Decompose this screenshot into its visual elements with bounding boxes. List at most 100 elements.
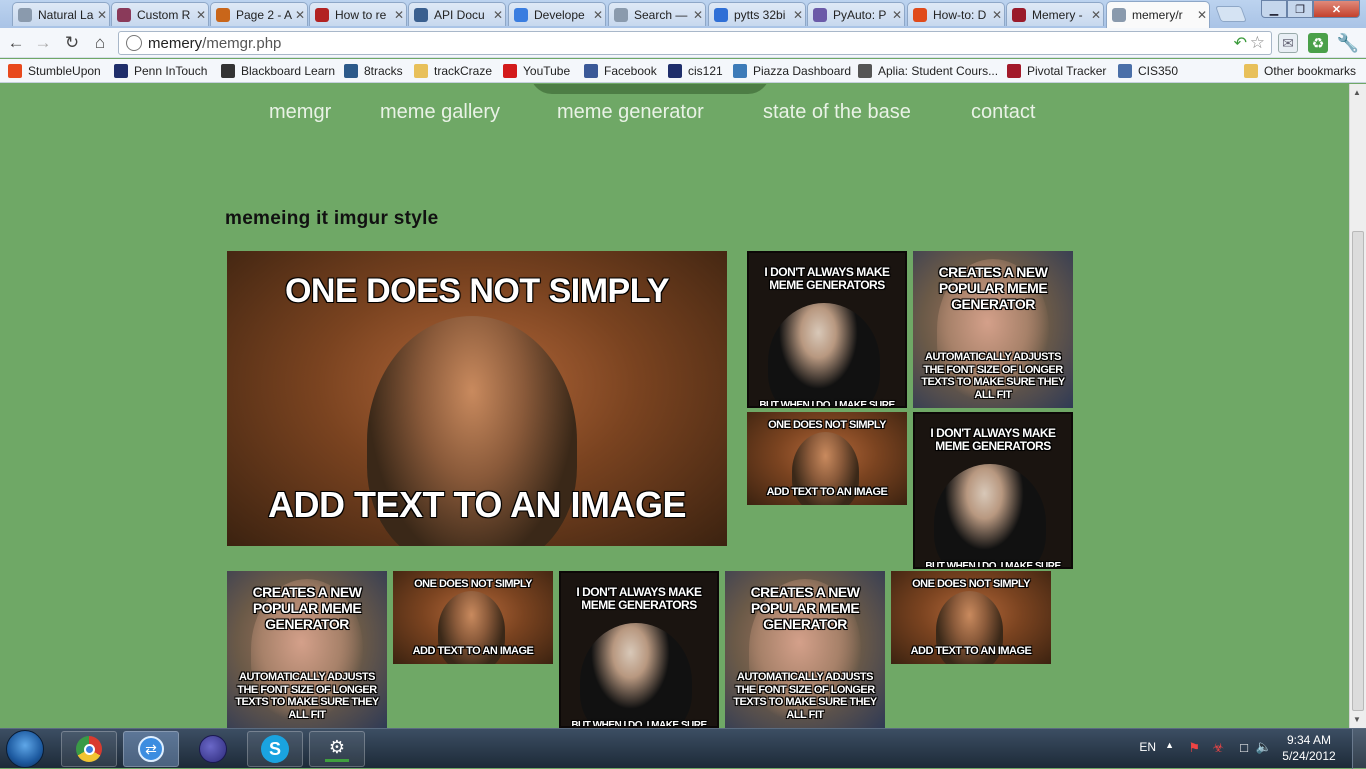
bookmark-item[interactable]: Piazza Dashboard [733,62,851,80]
tab-2[interactable]: Custom R ✕ [111,2,209,26]
show-hidden-icons-icon[interactable]: ▲ [1165,740,1174,750]
network-icon[interactable]: □ [1240,740,1248,755]
close-tab-icon[interactable]: ✕ [392,8,406,22]
wrench-menu-icon[interactable]: 🔧 [1337,33,1359,53]
close-window-button[interactable]: ✕ [1313,0,1360,18]
tab-10[interactable]: How-to: D ✕ [907,2,1005,26]
good-guy-greg-meme-thumbnail[interactable]: CREATES A NEW POPULAR MEME GENERATOR AUTO… [725,571,885,728]
meme-bottom-caption: AUTOMATICALLY ADJUSTS THE FONT SIZE OF L… [921,351,1065,402]
bookmark-item[interactable]: trackCraze [414,62,492,80]
bookmark-item[interactable]: Aplia: Student Cours... [858,62,998,80]
forward-arrow-icon: → [34,33,52,52]
show-desktop-button[interactable] [1352,729,1366,769]
meme-top-caption: ONE DOES NOT SIMPLY [284,271,670,310]
other-bookmarks-folder[interactable]: Other bookmarks [1244,62,1356,80]
language-indicator[interactable]: EN [1139,740,1156,754]
most-interesting-man-meme-thumbnail[interactable]: I DON'T ALWAYS MAKE MEME GENERATORS BUT W… [747,251,907,408]
meme-bottom-caption: ADD TEXT TO AN IMAGE [766,485,888,498]
maximize-button[interactable]: ❐ [1287,0,1313,18]
taskbar-app-teamviewer[interactable]: ⇄ [123,731,179,767]
close-tab-icon[interactable]: ✕ [591,8,605,22]
close-tab-icon[interactable]: ✕ [791,8,805,22]
mail-extension-icon[interactable]: ✉ [1278,33,1298,53]
folder-icon [1244,64,1258,78]
action-center-flag-icon[interactable]: ⚑ [1188,740,1200,756]
close-tab-icon[interactable]: ✕ [194,8,208,22]
taskbar-app-skype[interactable]: S [247,731,303,767]
security-icon[interactable]: ☣ [1212,740,1224,756]
reload-button[interactable]: ↻ [61,32,83,54]
one-does-not-simply-meme-thumbnail[interactable]: ONE DOES NOT SIMPLY ADD TEXT TO AN IMAGE [747,412,907,505]
tab-5[interactable]: API Docu ✕ [408,2,506,26]
forward-button[interactable]: → [32,32,54,54]
most-interesting-man-meme-thumbnail[interactable]: I DON'T ALWAYS MAKE MEME GENERATORS BUT W… [913,412,1073,569]
tab-3[interactable]: Page 2 - A ✕ [210,2,308,26]
bookmark-item[interactable]: Penn InTouch [114,62,207,80]
bookmark-label: Penn InTouch [134,64,208,78]
close-tab-icon[interactable]: ✕ [1089,8,1103,22]
nav-state-of-the-base[interactable]: state of the base [763,101,911,124]
tab-4[interactable]: How to re ✕ [309,2,407,26]
close-tab-icon[interactable]: ✕ [491,8,505,22]
google-g-favicon [714,7,728,22]
tab-11[interactable]: Memery - ✕ [1006,2,1104,26]
refresh-extension-icon[interactable]: ↶ [1234,33,1247,53]
scrollbar-thumb[interactable] [1352,231,1364,711]
one-does-not-simply-meme-thumbnail[interactable]: ONE DOES NOT SIMPLY ADD TEXT TO AN IMAGE [891,571,1051,664]
nav-meme-generator[interactable]: meme generator [557,101,704,124]
minimize-button[interactable]: ▁ [1261,0,1287,18]
skype-icon: S [261,735,289,763]
bookmark-item[interactable]: 8tracks [344,62,403,80]
bookmark-item[interactable]: cis121 [668,62,723,80]
good-guy-greg-meme-thumbnail[interactable]: CREATES A NEW POPULAR MEME GENERATOR AUTO… [913,251,1073,408]
close-tab-icon[interactable]: ✕ [990,8,1004,22]
bookmark-star-icon[interactable]: ☆ [1250,33,1265,53]
close-tab-icon[interactable]: ✕ [95,8,109,22]
taskbar-app-git[interactable]: ⚙ [309,731,365,767]
bookmark-item[interactable]: YouTube [503,62,570,80]
new-tab-button[interactable] [1215,6,1247,22]
tab-8[interactable]: pytts 32bi ✕ [708,2,806,26]
vertical-scrollbar[interactable]: ▲ ▼ [1349,84,1366,728]
tab-1[interactable]: Natural La ✕ [12,2,110,26]
start-button[interactable] [6,730,44,768]
close-tab-icon[interactable]: ✕ [1195,8,1209,22]
bookmark-item[interactable]: Blackboard Learn [221,62,335,80]
extension-icon[interactable]: ♻ [1308,33,1328,53]
close-tab-icon[interactable]: ✕ [293,8,307,22]
taskbar-app-chrome[interactable] [61,731,117,767]
nav-meme-gallery[interactable]: meme gallery [380,101,500,124]
scroll-up-arrow-icon[interactable]: ▲ [1353,88,1361,97]
site-logo[interactable] [530,84,770,94]
most-interesting-man-meme-thumbnail[interactable]: I DON'T ALWAYS MAKE MEME GENERATORS BUT W… [559,571,719,728]
e-favicon [216,7,230,22]
address-bar[interactable]: memery/memgr.php ↶ ☆ [118,31,1272,55]
back-button[interactable]: ← [5,32,27,54]
folder-icon [414,64,428,78]
tab-9[interactable]: PyAuto: P ✕ [807,2,905,26]
tab-6[interactable]: Develope ✕ [508,2,606,26]
good-guy-greg-meme-thumbnail[interactable]: CREATES A NEW POPULAR MEME GENERATOR AUTO… [227,571,387,728]
taskbar-app-eclipse[interactable] [185,731,241,767]
nav-memgr[interactable]: memgr [269,101,331,124]
memery-favicon [1012,7,1026,22]
clock[interactable]: 9:34 AM 5/24/2012 [1274,733,1344,763]
other-bookmarks-label: Other bookmarks [1264,64,1357,78]
bookmark-item[interactable]: CIS350 [1118,62,1178,80]
one-does-not-simply-meme-thumbnail[interactable]: ONE DOES NOT SIMPLY ADD TEXT TO AN IMAGE [227,251,727,546]
tab-12[interactable]: memery/r ✕ [1106,1,1210,28]
nav-contact[interactable]: contact [971,101,1035,124]
volume-icon[interactable]: 🔈 [1256,739,1272,755]
bookmark-item[interactable]: StumbleUpon [8,62,101,80]
bookmark-label: Piazza Dashboard [753,64,852,78]
url-host: memery [148,34,203,52]
custom-r-favicon [117,7,131,22]
bookmark-item[interactable]: Facebook [584,62,657,80]
scroll-down-arrow-icon[interactable]: ▼ [1353,715,1361,724]
home-button[interactable]: ⌂ [89,32,111,54]
bookmark-item[interactable]: Pivotal Tracker [1007,62,1106,80]
one-does-not-simply-meme-thumbnail[interactable]: ONE DOES NOT SIMPLY ADD TEXT TO AN IMAGE [393,571,553,664]
close-tab-icon[interactable]: ✕ [691,8,705,22]
tab-7[interactable]: Search — ✕ [608,2,706,26]
close-tab-icon[interactable]: ✕ [890,8,904,22]
